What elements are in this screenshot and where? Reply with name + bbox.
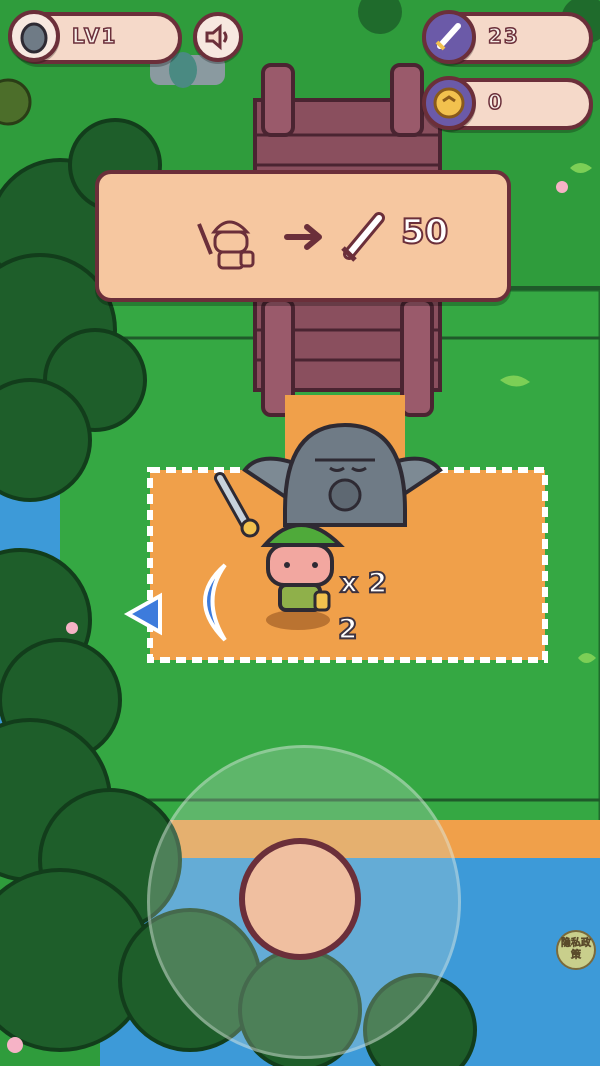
soldier-icon <box>197 220 255 270</box>
level-label: LV1 <box>71 23 118 49</box>
joystick-knob[interactable] <box>239 838 361 960</box>
flower <box>66 622 78 634</box>
flower <box>7 1037 23 1053</box>
player-count: 2 <box>337 611 359 646</box>
upgrade-cost-panel: 50 <box>95 170 511 302</box>
cost-sword-icon <box>341 212 385 262</box>
plant-icon <box>0 78 32 126</box>
speaker-icon <box>205 23 228 51</box>
coins-count: 0 <box>487 89 504 115</box>
sword-icon <box>422 10 476 64</box>
player-multiplier: x 2 <box>339 565 388 600</box>
coin-icon <box>422 76 476 130</box>
privacy-policy-button[interactable]: 隐私政策 <box>556 930 596 970</box>
upgrade-cost-value: 50 <box>400 211 449 253</box>
swords-count: 23 <box>487 23 520 49</box>
player-shadow <box>266 610 330 630</box>
statue-icon <box>8 10 60 62</box>
game-stage: LV1 23 0 50 x 2 2 隐私政策 <box>0 0 600 1066</box>
sound-button[interactable] <box>193 12 243 62</box>
arrow-right-icon <box>284 224 322 250</box>
flower <box>556 181 568 193</box>
